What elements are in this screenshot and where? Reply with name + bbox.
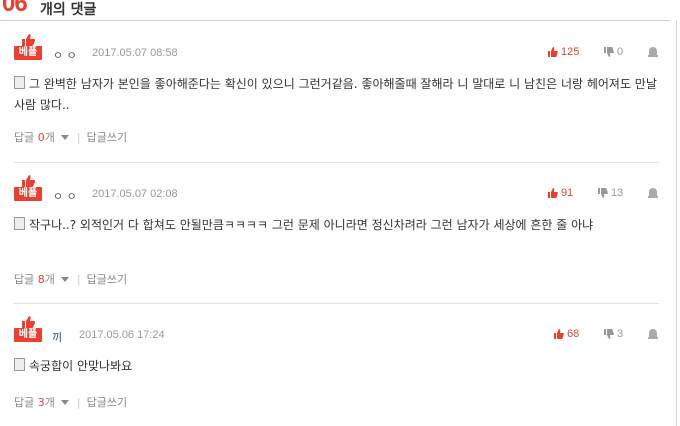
best-badge: 베플 <box>14 175 42 202</box>
comment-body: 그 완벽한 남자가 본인을 좋아해준다는 확신이 있으니 그런거같음. 좋아해줄… <box>14 74 659 116</box>
comment-author[interactable]: 끼 <box>52 329 62 345</box>
comment-actions: 답글 0개 | 답글쓰기 <box>14 129 127 145</box>
thumbs-up-icon <box>22 175 35 187</box>
comment-author[interactable]: ㅇ ㅇ <box>53 188 77 204</box>
comment-count-suffix: 개의 댓글 <box>40 2 97 18</box>
side-border <box>676 20 677 426</box>
reply-unit: 개 <box>44 273 55 286</box>
thumbs-down-icon <box>604 47 614 57</box>
dislike-count: 0 <box>617 46 624 58</box>
comment-item: 베플 끼 2017.05.06 17:24 68 3 속궁합이 안맞나봐요 답글… <box>14 316 659 426</box>
reply-unit: 개 <box>44 396 55 409</box>
reply-label: 답글 <box>14 396 35 409</box>
dislike-button[interactable]: 3 <box>604 328 623 340</box>
like-button[interactable]: 125 <box>548 46 579 58</box>
chevron-down-icon <box>60 277 69 282</box>
like-button[interactable]: 68 <box>554 328 579 340</box>
separator: | <box>76 396 81 409</box>
comment-count: 06 <box>2 0 28 17</box>
document-icon <box>14 217 25 230</box>
comment-date: 2017.05.07 02:08 <box>92 188 178 200</box>
dislike-button[interactable]: 13 <box>598 187 623 199</box>
thumbs-up-icon <box>22 316 35 328</box>
comment-divider <box>14 162 659 163</box>
chevron-down-icon <box>60 135 69 140</box>
dislike-button[interactable]: 0 <box>604 46 623 58</box>
document-icon <box>14 358 25 371</box>
reply-count: 0 <box>37 131 45 144</box>
best-badge-label: 베플 <box>14 187 42 201</box>
reply-label: 답글 <box>14 273 35 286</box>
comment-author[interactable]: ㅇ ㅇ <box>53 47 77 63</box>
comment-item: 베플 ㅇ ㅇ 2017.05.07 08:58 125 0 그 완벽한 남자가 … <box>14 34 659 144</box>
report-icon[interactable] <box>648 46 658 58</box>
dislike-count: 13 <box>611 187 624 199</box>
write-reply-link[interactable]: 답글쓰기 <box>87 273 127 286</box>
separator: | <box>76 273 81 286</box>
thumbs-up-icon <box>554 329 564 339</box>
comment-date: 2017.05.07 08:58 <box>92 47 178 59</box>
document-icon <box>14 76 25 89</box>
comments-header: 06 개의 댓글 <box>0 0 680 20</box>
reply-toggle[interactable]: 답글 8개 <box>14 273 73 286</box>
like-count: 91 <box>561 187 574 199</box>
comment-actions: 답글 3개 | 답글쓰기 <box>14 394 127 410</box>
chevron-down-icon <box>60 400 69 405</box>
reply-toggle[interactable]: 답글 3개 <box>14 396 73 409</box>
best-badge-label: 베플 <box>14 46 42 60</box>
comment-text: 속궁합이 안맞나봐요 <box>29 359 133 373</box>
write-reply-link[interactable]: 답글쓰기 <box>87 131 127 144</box>
thumbs-up-icon <box>548 47 558 57</box>
best-badge-label: 베플 <box>14 328 42 342</box>
like-count: 68 <box>567 328 580 340</box>
reply-unit: 개 <box>44 131 55 144</box>
report-icon[interactable] <box>648 187 658 199</box>
header-divider <box>0 20 670 21</box>
thumbs-down-icon <box>604 329 614 339</box>
comment-body: 속궁합이 안맞나봐요 <box>14 356 659 377</box>
thumbs-down-icon <box>598 188 608 198</box>
like-count: 125 <box>561 46 580 58</box>
comment-body: 작구나..? 외적인거 다 합쳐도 안될만큼ㅋㅋㅋㅋ 그런 문제 아니라면 정신… <box>14 215 659 236</box>
comment-text: 그 완벽한 남자가 본인을 좋아해준다는 확신이 있으니 그런거같음. 좋아해줄… <box>14 77 657 112</box>
reply-count: 8 <box>37 273 45 286</box>
reply-toggle[interactable]: 답글 0개 <box>14 131 73 144</box>
dislike-count: 3 <box>617 328 624 340</box>
best-badge: 베플 <box>14 34 42 61</box>
write-reply-link[interactable]: 답글쓰기 <box>87 396 127 409</box>
like-button[interactable]: 91 <box>548 187 573 199</box>
comment-divider <box>14 303 659 304</box>
comment-item: 베플 ㅇ ㅇ 2017.05.07 02:08 91 13 작구나..? 외적인… <box>14 175 659 287</box>
thumbs-up-icon <box>548 188 558 198</box>
separator: | <box>76 131 81 144</box>
reply-label: 답글 <box>14 131 35 144</box>
reply-count: 3 <box>37 396 45 409</box>
thumbs-up-icon <box>22 34 35 46</box>
comment-text: 작구나..? 외적인거 다 합쳐도 안될만큼ㅋㅋㅋㅋ 그런 문제 아니라면 정신… <box>29 218 594 232</box>
comment-actions: 답글 8개 | 답글쓰기 <box>14 271 127 287</box>
comment-date: 2017.05.06 17:24 <box>79 329 165 341</box>
report-icon[interactable] <box>648 328 658 340</box>
best-badge: 베플 <box>14 316 42 343</box>
